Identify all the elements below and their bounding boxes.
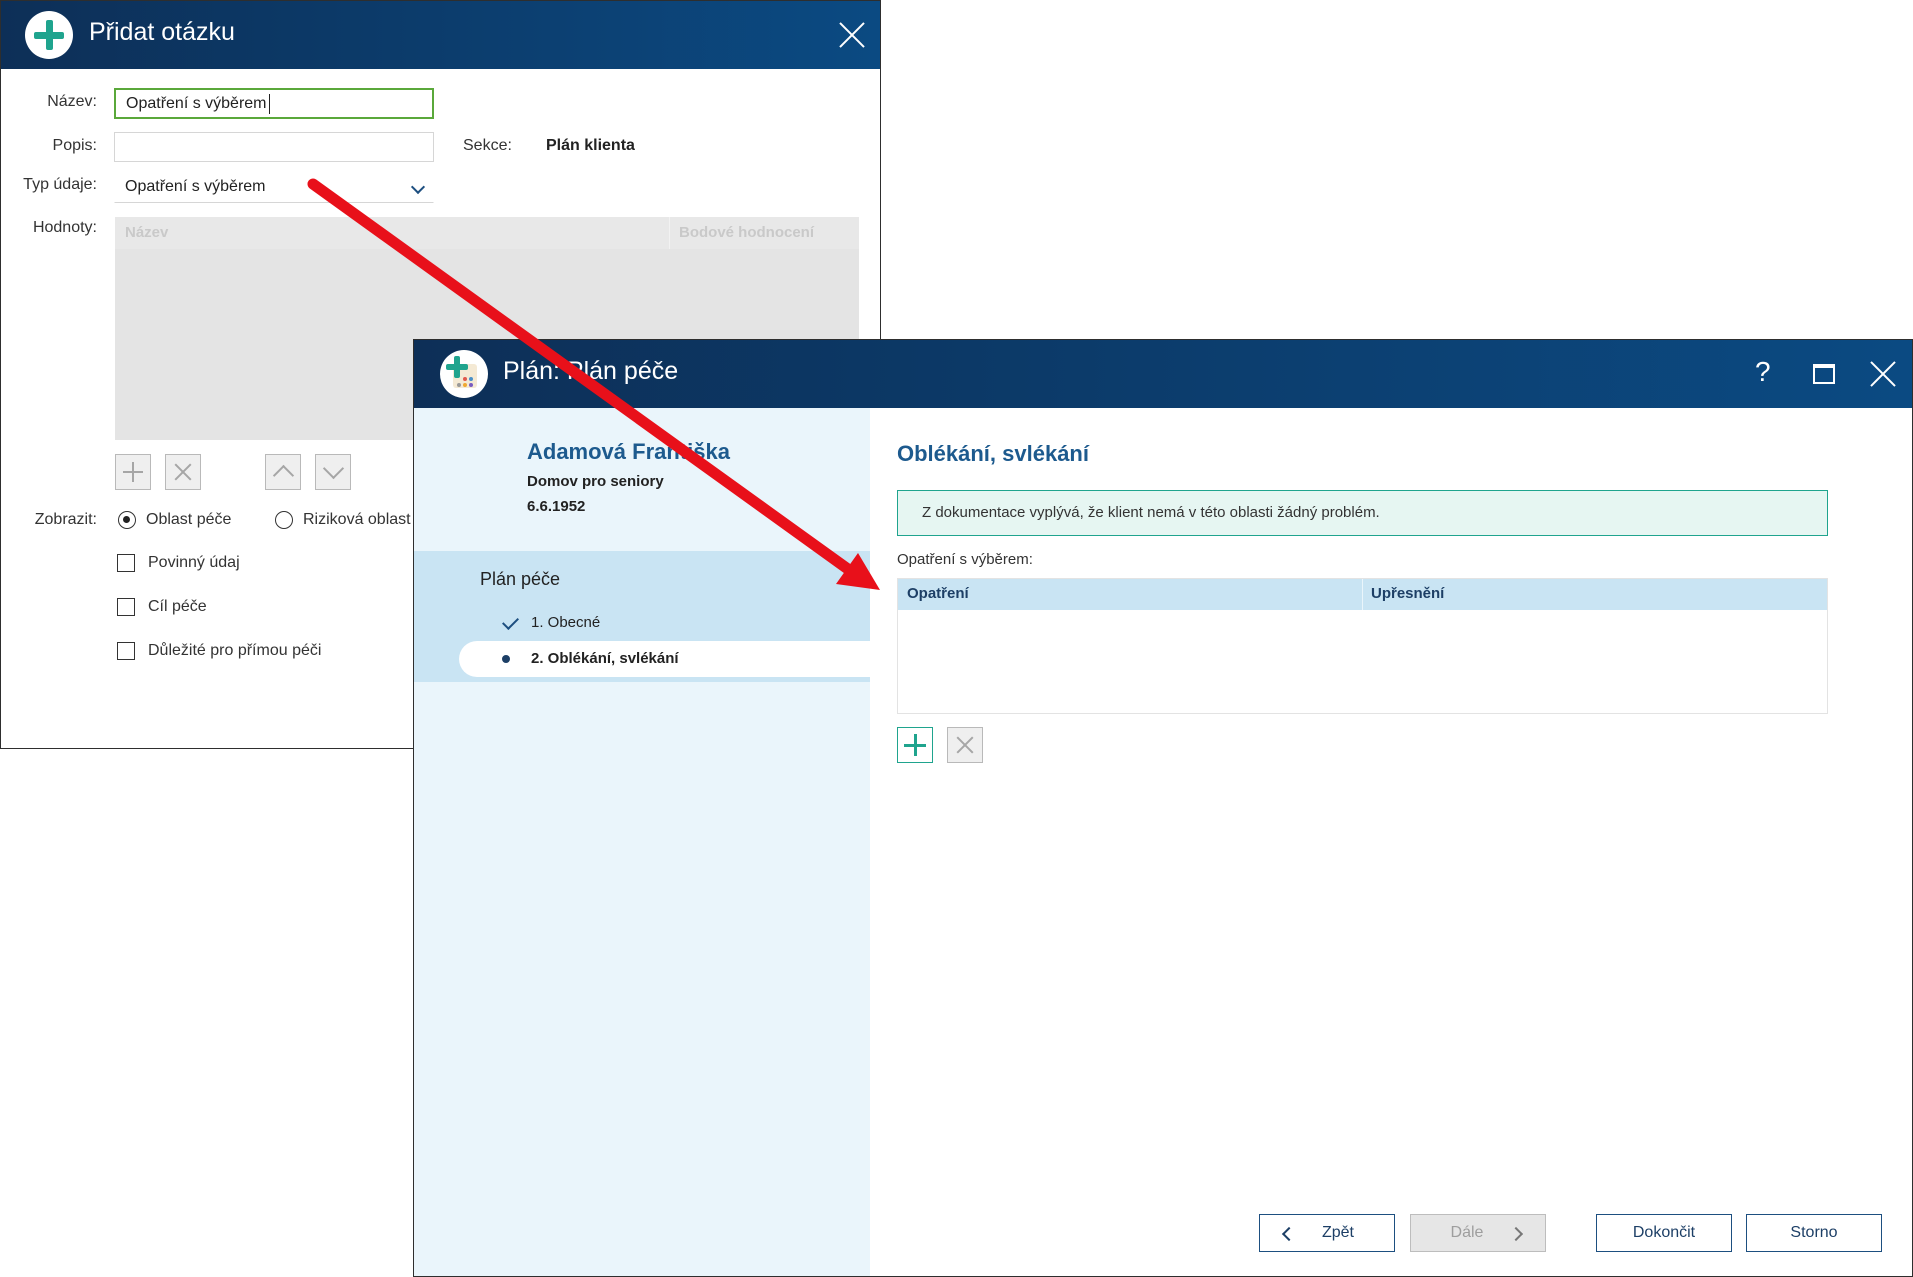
required-checkbox[interactable] [117,554,135,572]
content-title: Oblékání, svlékání [897,441,1089,466]
care-plan-app-icon [440,350,488,398]
move-down-button[interactable] [315,454,351,490]
maximize-icon[interactable] [1813,364,1835,384]
nav-item-general[interactable]: 1. Obecné [531,614,600,631]
chevron-up-icon [272,464,295,487]
care-goal-label: Cíl péče [148,598,207,615]
chevron-right-icon [1508,1226,1524,1242]
col-measure[interactable]: Opatření [907,585,969,602]
required-label: Povinný údaj [148,554,240,571]
important-checkbox[interactable] [117,642,135,660]
nav-title: Plán péče [480,569,561,589]
radio-care-area-label: Oblast péče [146,511,232,528]
chevron-down-icon [322,457,345,480]
plan-dialog: Plán: Plán péče ? Adamová Františka Domo… [413,339,1913,1277]
name-label: Název: [47,93,97,110]
chevron-down-icon [410,179,426,195]
values-col-name: Název [125,224,169,241]
info-message: Z dokumentace vyplývá, že klient nemá v … [897,490,1828,536]
add-value-button[interactable] [115,454,151,490]
col-specification[interactable]: Upřesnění [1371,585,1444,602]
add-question-titlebar: Přidat otázku [1,1,880,69]
description-label: Popis: [52,137,97,154]
add-circle-icon [25,11,73,59]
care-goal-checkbox[interactable] [117,598,135,616]
patient-facility: Domov pro seniory [527,473,664,490]
section-label: Sekce: [463,137,512,154]
plan-title: Plán: Plán péče [503,357,679,385]
chevron-left-icon [1281,1226,1297,1242]
display-label: Zobrazit: [34,511,97,528]
radio-risk-area-label: Riziková oblast [303,511,411,528]
cancel-button[interactable]: Storno [1746,1214,1882,1252]
description-input[interactable] [114,132,434,162]
sidebar [414,408,870,1276]
radio-risk-area[interactable] [275,511,293,529]
name-input[interactable]: Opatření s výběrem [114,88,434,119]
type-select[interactable]: Opatření s výběrem [114,173,434,203]
patient-name: Adamová Františka [527,439,730,464]
values-col-score: Bodové hodnocení [679,224,814,241]
move-up-button[interactable] [265,454,301,490]
dialog-title: Přidat otázku [89,18,235,46]
measures-table: Opatření Upřesnění [897,578,1828,714]
patient-birth-date: 6.6.1952 [527,498,586,515]
section-value: Plán klienta [546,137,635,154]
back-button[interactable]: Zpět [1259,1214,1395,1252]
important-label: Důležité pro přímou péči [148,642,322,659]
measures-label: Opatření s výběrem: [897,551,1033,568]
bullet-icon [502,655,510,663]
next-button[interactable]: Dále [1410,1214,1546,1252]
help-icon[interactable]: ? [1755,356,1771,388]
plan-titlebar: Plán: Plán péče ? [414,340,1912,408]
radio-care-area[interactable] [118,511,136,529]
remove-measure-button[interactable] [947,727,983,763]
add-measure-button[interactable] [897,727,933,763]
finish-button[interactable]: Dokončit [1596,1214,1732,1252]
nav-item-dressing-label: 2. Oblékání, svlékání [531,650,679,667]
close-icon[interactable] [837,20,867,50]
values-label: Hodnoty: [32,219,97,236]
remove-value-button[interactable] [165,454,201,490]
type-label: Typ údaje: [23,176,97,193]
close-icon[interactable] [1868,359,1898,389]
